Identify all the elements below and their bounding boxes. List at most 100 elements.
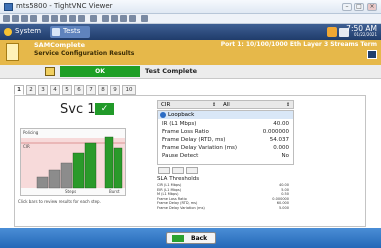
close-button[interactable]: × bbox=[367, 3, 377, 11]
tab-service-4[interactable]: 4 bbox=[50, 85, 60, 95]
tab-service-2[interactable]: 2 bbox=[26, 85, 36, 95]
tests-icon bbox=[52, 28, 60, 36]
system-gear-icon bbox=[4, 28, 12, 36]
chart-hint: Click bars to review results for each st… bbox=[18, 199, 101, 204]
network-status-icon[interactable] bbox=[327, 27, 337, 37]
system-clock: 7:50 AM 01/22/2021 bbox=[346, 25, 377, 37]
metric-dropdown-icon[interactable]: ⇕ bbox=[212, 102, 216, 108]
ctrl-alt-del-icon[interactable] bbox=[60, 15, 67, 22]
test-header: SAMComplete Port 1: 10/100/1000 Eth Laye… bbox=[0, 40, 381, 65]
table-nav-first-button[interactable] bbox=[158, 167, 170, 174]
status-message: Test Complete bbox=[145, 67, 198, 75]
minimize-button[interactable]: – bbox=[342, 3, 352, 11]
tab-service-5[interactable]: 5 bbox=[62, 85, 72, 95]
tab-service-1[interactable]: 1 bbox=[14, 85, 24, 95]
burst-bar-1[interactable] bbox=[104, 136, 114, 189]
test-document-icon bbox=[6, 43, 19, 61]
step-bar-1[interactable] bbox=[36, 176, 49, 189]
tab-service-3[interactable]: 3 bbox=[38, 85, 48, 95]
alt-key-icon[interactable] bbox=[78, 15, 85, 22]
threshold-label: EIR (L1 Mbps) bbox=[157, 187, 182, 192]
row-label: Frame Delay Variation (ms) bbox=[162, 145, 238, 151]
table-row: IR (L1 Mbps) 40.00 bbox=[158, 120, 293, 128]
row-label: Pause Detect bbox=[162, 153, 199, 159]
results-subtitle: Service Configuration Results bbox=[34, 50, 135, 57]
zoom-fit-icon[interactable] bbox=[129, 15, 136, 22]
tab-tests[interactable]: Tests bbox=[50, 26, 90, 38]
window-title: mts5800 - TightVNC Viewer bbox=[16, 2, 113, 10]
table-row: Frame Delay Variation (ms) 0.000 bbox=[158, 144, 293, 152]
tab-tests-label: Tests bbox=[63, 27, 81, 35]
zoom-out-icon[interactable] bbox=[111, 15, 118, 22]
step-bar-5[interactable] bbox=[84, 142, 97, 189]
zoom-100-icon[interactable] bbox=[120, 15, 127, 22]
threshold-label: Frame Delay (RTD, ms) bbox=[157, 201, 198, 206]
step-bar-3[interactable] bbox=[60, 162, 73, 189]
app-navbar: System Tests 7:50 AM 01/22/2021 bbox=[0, 24, 381, 40]
threshold-label: Frame Loss Ratio bbox=[157, 196, 187, 201]
tab-service-8[interactable]: 8 bbox=[98, 85, 108, 95]
thresholds-title: SLA Thresholds bbox=[157, 176, 200, 182]
vnc-toolbar bbox=[0, 14, 381, 24]
tab-service-10[interactable]: 10 bbox=[122, 85, 136, 95]
chart-label-policing: Policing bbox=[23, 130, 39, 135]
burst-bar-2[interactable] bbox=[113, 147, 123, 189]
threshold-value: 5.000 bbox=[278, 205, 289, 210]
loopback-row[interactable]: Loopback bbox=[158, 111, 293, 119]
chart-label-cir: CIR bbox=[23, 144, 30, 149]
threshold-row: Frame Delay Variation (ms) 5.000 bbox=[157, 206, 294, 211]
chart-label-burst: Burst bbox=[109, 189, 120, 194]
clipboard-icon[interactable] bbox=[90, 15, 97, 22]
table-row: Pause Detect No bbox=[158, 152, 293, 160]
fullscreen-icon[interactable] bbox=[141, 15, 148, 22]
results-table: Loopback IR (L1 Mbps) 40.00 Frame Loss R… bbox=[157, 110, 294, 165]
table-nav-prev-button[interactable] bbox=[172, 167, 184, 174]
table-row: Frame Delay (RTD, ms) 54.037 bbox=[158, 136, 293, 144]
port-info: Port 1: 10/100/1000 Eth Layer 3 Streams … bbox=[220, 41, 377, 48]
threshold-label: M (L1 Mbps) bbox=[157, 192, 179, 197]
loopback-icon bbox=[160, 112, 166, 118]
status-ok-badge: OK bbox=[60, 66, 140, 77]
threshold-label: CIR (L1 Mbps) bbox=[157, 183, 182, 187]
service-label: Svc 1 bbox=[60, 102, 96, 117]
row-value: 54.037 bbox=[269, 137, 289, 143]
pause-icon[interactable] bbox=[42, 15, 49, 22]
scope-dropdown-icon[interactable]: ⇕ bbox=[286, 102, 290, 108]
test-name: SAMComplete bbox=[34, 41, 85, 49]
tab-system-label: System bbox=[15, 27, 42, 35]
new-connection-icon[interactable] bbox=[3, 15, 10, 22]
tab-service-9[interactable]: 9 bbox=[110, 85, 120, 95]
results-file-icon[interactable] bbox=[45, 67, 55, 76]
options-icon[interactable] bbox=[21, 15, 28, 22]
tab-service-6[interactable]: 6 bbox=[74, 85, 84, 95]
row-value: 0.000 bbox=[273, 145, 289, 151]
save-results-icon[interactable] bbox=[367, 50, 377, 59]
steps-chart: Policing CIR Steps Burst bbox=[20, 128, 126, 196]
scope-select[interactable]: All bbox=[223, 102, 230, 108]
step-bar-2[interactable] bbox=[48, 169, 61, 189]
back-label: Back bbox=[191, 235, 208, 242]
metric-selector-bar: CIR ⇕ All ⇕ bbox=[157, 100, 294, 109]
row-value: 40.00 bbox=[273, 121, 289, 127]
tab-service-7[interactable]: 7 bbox=[86, 85, 96, 95]
table-nav-next-button[interactable] bbox=[186, 167, 198, 174]
metric-select[interactable]: CIR bbox=[161, 102, 170, 108]
loopback-label: Loopback bbox=[168, 112, 195, 118]
status-strip: OK Test Complete bbox=[0, 65, 381, 79]
row-label: Frame Loss Ratio bbox=[162, 129, 209, 135]
row-value: No bbox=[281, 153, 289, 159]
step-bar-4[interactable] bbox=[72, 152, 85, 189]
chart-label-steps: Steps bbox=[65, 189, 77, 194]
window-titlebar: mts5800 - TightVNC Viewer – □ × bbox=[0, 0, 381, 14]
threshold-label: Frame Delay Variation (ms) bbox=[157, 205, 205, 210]
info-icon[interactable] bbox=[30, 15, 37, 22]
back-button[interactable]: Back bbox=[166, 232, 216, 244]
zoom-in-icon[interactable] bbox=[102, 15, 109, 22]
tab-system[interactable]: System bbox=[2, 26, 48, 38]
maximize-button[interactable]: □ bbox=[354, 3, 364, 11]
refresh-icon[interactable] bbox=[51, 15, 58, 22]
sla-thresholds: SLA Thresholds CIR (L1 Mbps) 40.00 EIR (L… bbox=[157, 176, 294, 211]
table-row: Frame Loss Ratio 0.000000 bbox=[158, 128, 293, 136]
ctrl-key-icon[interactable] bbox=[69, 15, 76, 22]
save-icon[interactable] bbox=[12, 15, 19, 22]
